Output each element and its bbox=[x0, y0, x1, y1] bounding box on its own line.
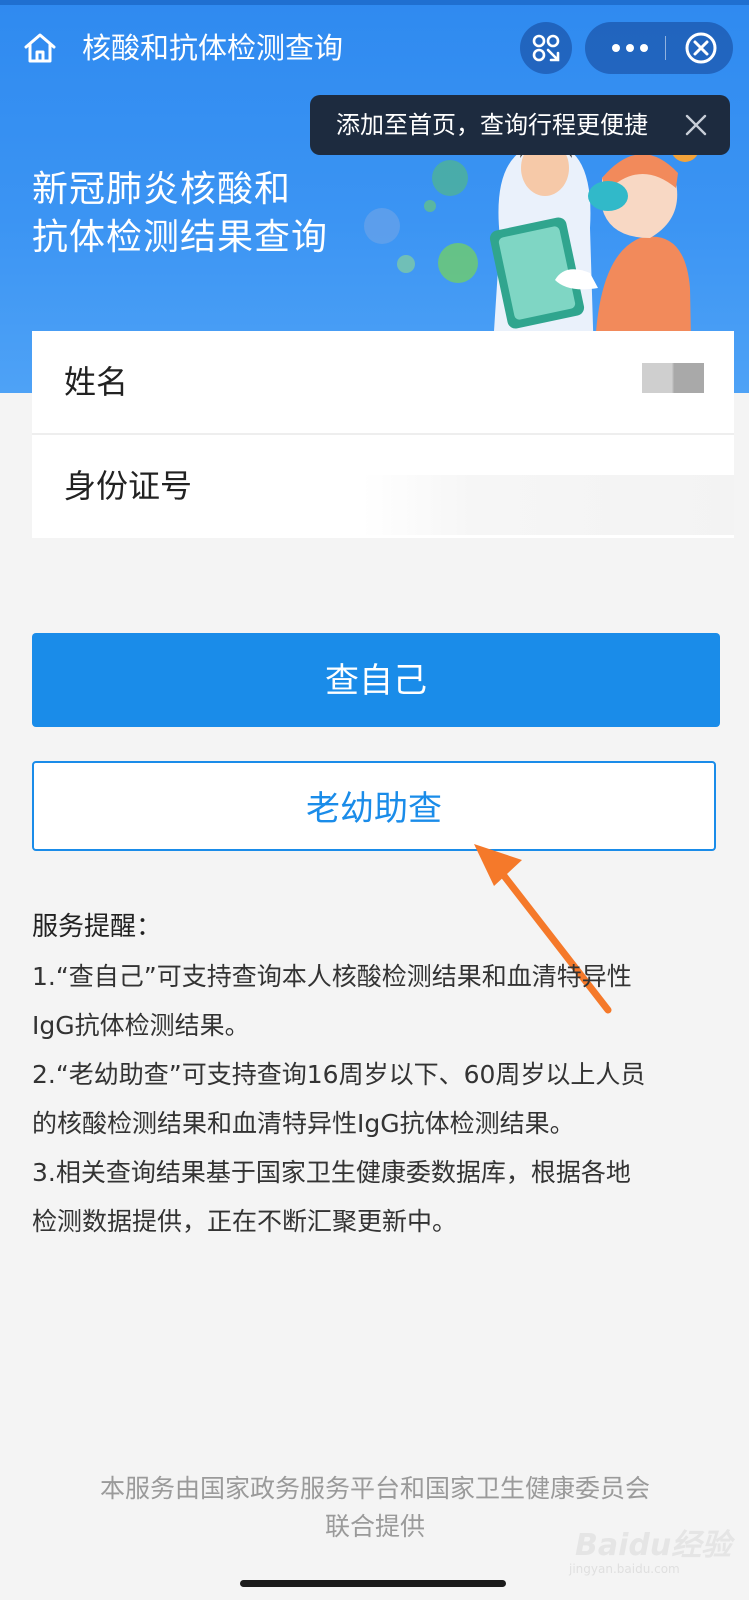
watermark-sub: jingyan.baidu.com bbox=[569, 1562, 680, 1576]
home-indicator[interactable] bbox=[240, 1580, 506, 1587]
notice-item-1-line2: IgG抗体检测结果。 bbox=[32, 1011, 250, 1040]
more-button[interactable] bbox=[603, 22, 657, 74]
notice-item-3-line2: 检测数据提供，正在不断汇聚更新中。 bbox=[32, 1207, 458, 1236]
assist-query-button[interactable]: 老幼助查 bbox=[32, 761, 716, 851]
notice-item-3-line1: 3.相关查询结果基于国家卫生健康委数据库，根据各地 bbox=[32, 1158, 631, 1187]
nav-title: 核酸和抗体检测查询 bbox=[82, 31, 344, 65]
more-icon bbox=[612, 44, 648, 52]
name-label: 姓名 bbox=[64, 363, 129, 401]
close-circle-icon bbox=[685, 32, 717, 64]
banner-title-line2: 抗体检测结果查询 bbox=[32, 217, 329, 258]
close-button[interactable] bbox=[675, 22, 727, 74]
baidu-watermark: Baidu经验 jingyan.baidu.com bbox=[565, 1520, 740, 1580]
name-field[interactable]: 姓名 bbox=[32, 331, 734, 435]
home-icon[interactable] bbox=[22, 30, 58, 66]
watermark-main: Baidu经验 bbox=[575, 1528, 732, 1563]
query-form: 姓名 身份证号 bbox=[32, 331, 734, 538]
name-value-redacted bbox=[642, 363, 704, 393]
close-icon[interactable] bbox=[682, 111, 710, 139]
capsule-divider bbox=[665, 36, 666, 60]
footer-line1: 本服务由国家政务服务平台和国家卫生健康委员会 bbox=[99, 1474, 650, 1503]
self-query-button[interactable]: 查自己 bbox=[32, 633, 720, 727]
status-strip bbox=[0, 0, 749, 5]
notice-item-1-line1: 1.“查自己”可支持查询本人核酸检测结果和血清特异性 bbox=[32, 962, 632, 991]
banner-title-line1: 新冠肺炎核酸和 bbox=[32, 169, 292, 210]
id-number-label: 身份证号 bbox=[64, 467, 193, 505]
scan-button[interactable] bbox=[520, 22, 572, 74]
mini-program-capsule bbox=[585, 22, 733, 74]
notice-title: 服务提醒： bbox=[32, 912, 163, 942]
tooltip-text: 添加至首页，查询行程更便捷 bbox=[336, 111, 648, 139]
notice-item-2-line2: 的核酸检测结果和血清特异性IgG抗体检测结果。 bbox=[32, 1109, 575, 1138]
notice-item-2-line1: 2.“老幼助查”可支持查询16周岁以下、60周岁以上人员 bbox=[32, 1060, 646, 1089]
id-number-field[interactable]: 身份证号 bbox=[32, 435, 734, 537]
add-to-home-tooltip[interactable]: 添加至首页，查询行程更便捷 bbox=[310, 95, 730, 155]
id-number-value-redacted bbox=[362, 475, 734, 535]
service-notice: 服务提醒： 1.“查自己”可支持查询本人核酸检测结果和血清特异性 IgG抗体检测… bbox=[32, 903, 722, 1246]
scan-icon bbox=[532, 34, 560, 62]
